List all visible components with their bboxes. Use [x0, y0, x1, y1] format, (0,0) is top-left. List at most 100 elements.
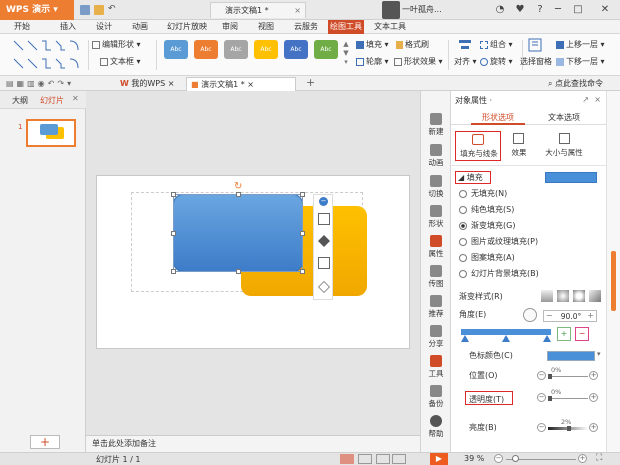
bring-forward-button[interactable]: 上移一层 ▾ [556, 38, 605, 52]
menu-animation[interactable]: 动画 [128, 20, 152, 34]
angle-dial[interactable] [523, 308, 537, 322]
format-painter-button[interactable]: 格式刷 [396, 38, 429, 52]
gradient-stop[interactable] [543, 335, 551, 342]
tab-slides[interactable]: 幻灯片 [40, 95, 64, 106]
reading-view-icon[interactable] [376, 454, 390, 464]
option-solid-fill[interactable]: 纯色填充(S) [459, 203, 514, 217]
radio-pattern-fill[interactable] [459, 253, 467, 262]
fill-line-subtab[interactable]: 填充与线条 [455, 131, 501, 161]
open-quick-icon[interactable] [94, 5, 104, 15]
iconcol-shape[interactable]: 形状 [421, 205, 451, 229]
gradient-path-icon[interactable] [589, 290, 601, 302]
send-backward-button[interactable]: 下移一层 ▾ [556, 55, 605, 69]
gallery-scroll[interactable]: ▲ ▼ ▾ [342, 40, 350, 66]
option-gradient-fill[interactable]: 渐变填充(G) [459, 219, 515, 233]
tab-mywps[interactable]: W 我的WPS × [120, 78, 174, 90]
resize-handle[interactable] [171, 192, 176, 197]
gradient-stop[interactable] [502, 335, 510, 342]
zoom-slider-thumb[interactable] [512, 455, 519, 462]
style-swatch-yellow[interactable]: Abc [254, 40, 278, 59]
outline-button[interactable]: 轮廓 ▾ [356, 55, 389, 69]
transparency-slider[interactable]: − 0% + [537, 388, 599, 405]
fill-section-header[interactable]: ◢ 填充 [455, 171, 491, 184]
style-swatch-orange[interactable]: Abc [194, 40, 218, 59]
quick-access-icons[interactable]: ▤▦▥◉↶↷▾ [6, 79, 74, 88]
close-panel-icon[interactable]: ✕ [72, 94, 79, 103]
play-slideshow-icon[interactable]: ▶ [430, 453, 448, 465]
effect-subtab[interactable]: 效果 [507, 131, 531, 161]
rotate-handle-icon[interactable]: ↻ [234, 181, 242, 192]
position-increase[interactable]: + [589, 371, 598, 380]
chevron-down-icon[interactable]: ▾ [597, 350, 601, 358]
menu-text-tools[interactable]: 文本工具 [372, 20, 408, 34]
tab-shape-options[interactable]: 形状选项 [471, 111, 525, 125]
close-pane-icon[interactable]: × [594, 95, 601, 104]
maximize-icon[interactable]: □ [568, 0, 588, 20]
radio-no-fill[interactable] [459, 189, 467, 198]
angle-decrease[interactable]: − [546, 311, 553, 320]
iconcol-properties[interactable]: 属性 [421, 235, 451, 259]
resize-handle[interactable] [171, 269, 176, 274]
add-stop-icon[interactable]: + [557, 327, 571, 341]
brightness-slider[interactable]: − 2% + [537, 418, 599, 435]
radio-background-fill[interactable] [459, 269, 467, 278]
edit-pen-icon[interactable] [318, 213, 330, 225]
menu-slideshow[interactable]: 幻灯片放映 [164, 20, 210, 34]
iconcol-recommend[interactable]: 推荐 [421, 295, 451, 319]
shape-effect-button[interactable]: 形状效果 ▾ [394, 55, 443, 69]
fill-bucket-icon[interactable] [318, 235, 330, 247]
size-subtab[interactable]: 大小与属性 [539, 131, 589, 161]
fill-button[interactable]: 填充 ▾ [356, 38, 389, 52]
zoom-out-icon[interactable]: − [494, 454, 503, 463]
collapse-icon[interactable]: − [319, 197, 328, 206]
iconcol-backup[interactable]: 备份 [421, 385, 451, 409]
group-button[interactable]: 组合 ▾ [480, 38, 513, 52]
resize-handle[interactable] [300, 192, 305, 197]
radio-solid-fill[interactable] [459, 205, 467, 214]
stop-color-picker[interactable] [547, 351, 595, 361]
resize-handle[interactable] [236, 192, 241, 197]
close-doc-icon[interactable]: × [294, 3, 301, 18]
document-tab[interactable]: 演示文稿1 * × [210, 2, 306, 18]
gradient-stop[interactable] [461, 335, 469, 342]
gradient-radial-icon[interactable] [557, 290, 569, 302]
gradient-bar[interactable] [461, 327, 551, 343]
position-slider[interactable]: − 0% + [537, 366, 599, 383]
textbox-button[interactable]: 文本框 ▾ [100, 55, 141, 69]
option-background-fill[interactable]: 幻灯片背景填充(B) [459, 267, 539, 281]
outline-pen-icon[interactable] [318, 257, 330, 269]
clock-icon[interactable]: ◔ [490, 0, 510, 20]
brightness-thumb[interactable] [567, 426, 571, 431]
normal-view-icon[interactable] [340, 454, 354, 464]
help-icon[interactable]: ? [530, 0, 550, 20]
option-no-fill[interactable]: 无填充(N) [459, 187, 507, 201]
user-area[interactable]: 一叶孤舟... [382, 1, 502, 19]
transparency-decrease[interactable]: − [537, 393, 546, 402]
style-swatch-green[interactable]: Abc [314, 40, 338, 59]
iconcol-new[interactable]: 新建 [421, 113, 451, 137]
scrollbar-thumb[interactable] [611, 251, 616, 311]
fill-color-preview[interactable] [545, 172, 597, 183]
select-pane-icon[interactable] [528, 38, 542, 52]
minimize-icon[interactable]: ─ [548, 0, 568, 20]
line-shapes-gallery[interactable] [12, 39, 86, 71]
option-pattern-fill[interactable]: 图案填充(A) [459, 251, 515, 265]
transparency-thumb[interactable] [548, 396, 552, 401]
edit-shape-button[interactable]: 编辑形状 ▾ [92, 38, 141, 52]
position-decrease[interactable]: − [537, 371, 546, 380]
app-menu-button[interactable]: WPS 演示 ▾ [0, 0, 74, 20]
menu-review[interactable]: 审阅 [218, 20, 242, 34]
angle-increase[interactable]: + [587, 311, 594, 320]
fit-window-icon[interactable]: ⛶ [596, 453, 602, 463]
iconcol-help[interactable]: 帮助 [421, 415, 451, 439]
iconcol-tools[interactable]: 工具 [421, 355, 451, 379]
resize-handle[interactable] [300, 231, 305, 236]
tab-outline[interactable]: 大纲 [12, 95, 28, 106]
position-thumb[interactable] [548, 374, 552, 379]
new-tab-icon[interactable]: + [306, 76, 315, 89]
menu-view[interactable]: 视图 [254, 20, 278, 34]
slide[interactable]: ↻ − [96, 175, 410, 349]
tab-document[interactable]: ■ 演示文稿1 * × [186, 77, 296, 91]
select-pane-button[interactable]: 选择窗格 [520, 55, 552, 69]
layers-icon[interactable] [318, 281, 330, 293]
